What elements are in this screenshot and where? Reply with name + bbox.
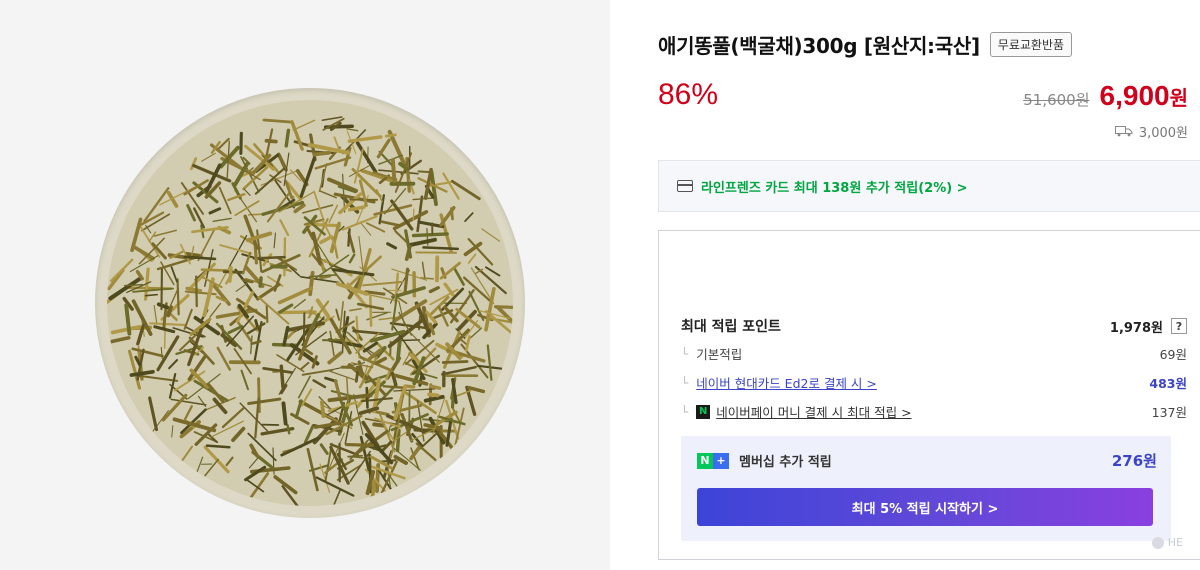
- points-row-value: 483원: [1149, 376, 1187, 391]
- npay-icon: N: [696, 404, 711, 419]
- nplus-plus: +: [713, 452, 729, 469]
- card-benefit-banner[interactable]: 라인프렌즈 카드 최대 138원 추가 적립(2%) >: [658, 160, 1200, 212]
- dried-herbs-illustration: [107, 116, 513, 506]
- membership-label-group: N + 멤버십 추가 적립: [697, 451, 832, 470]
- card-benefit-text: 라인프렌즈 카드 최대 138원 추가 적립(2%) >: [701, 180, 968, 196]
- herb-plate-image: [95, 88, 525, 518]
- sale-price: 6,900원: [1100, 80, 1188, 112]
- product-image-panel: [0, 0, 610, 570]
- membership-box: N + 멤버십 추가 적립 276원 최대 5% 적립 시작하기 >: [681, 436, 1171, 541]
- branch-icon: └: [681, 404, 689, 419]
- points-row-value: 69원: [1159, 347, 1187, 362]
- truck-icon: [1114, 126, 1133, 137]
- points-row-npay-money[interactable]: └ N 네이버페이 머니 결제 시 최대 적립 > 137원: [681, 402, 1187, 421]
- help-icon[interactable]: ?: [1171, 318, 1187, 334]
- membership-value: 276원: [1111, 452, 1157, 470]
- nplus-icon: N +: [697, 452, 729, 469]
- sale-price-unit: 원: [1169, 88, 1188, 110]
- product-info-panel: 애기똥풀(백굴채)300g [원산지:국산] 무료교환반품 86% 51,600…: [610, 0, 1200, 570]
- herb-pile: [107, 100, 513, 506]
- nplus-n: N: [697, 452, 713, 469]
- product-title: 애기똥풀(백굴채)300g [원산지:국산]: [658, 34, 980, 58]
- price-row: 51,600원 6,900원: [1023, 80, 1188, 112]
- points-title: 최대 적립 포인트: [681, 319, 781, 335]
- points-total-group: 1,978원 ?: [1110, 317, 1187, 336]
- points-row-link[interactable]: 네이버페이 머니 결제 시 최대 적립 >: [716, 402, 911, 421]
- shipping-fee-value: 3,000원: [1138, 126, 1188, 141]
- branch-icon: └: [681, 375, 689, 390]
- card-icon: [677, 180, 693, 192]
- points-panel: 최대 적립 포인트 1,978원 ? └ 기본적립 69원 └ 네이버 현대카드 E…: [658, 230, 1200, 560]
- original-price: 51,600원: [1023, 91, 1090, 109]
- points-row-hyundai-card[interactable]: └ 네이버 현대카드 Ed2로 결제 시 > 483원: [681, 373, 1187, 392]
- points-row-value: 137원: [1151, 405, 1187, 420]
- watermark-text: HE: [1167, 536, 1183, 549]
- branch-icon: └: [681, 346, 689, 361]
- watermark-icon: [1151, 536, 1164, 549]
- points-header: 최대 적립 포인트 1,978원 ?: [681, 316, 1187, 336]
- points-row-link[interactable]: 네이버 현대카드 Ed2로 결제 시 >: [696, 373, 877, 392]
- discount-rate: 86%: [658, 78, 719, 111]
- sale-price-value: 6,900: [1099, 80, 1170, 111]
- watermark: HE: [1151, 536, 1183, 549]
- points-row-label: 기본적립: [696, 347, 743, 362]
- membership-label: 멤버십 추가 적립: [739, 455, 832, 470]
- membership-row: N + 멤버십 추가 적립 276원: [697, 450, 1157, 471]
- start-membership-button[interactable]: 최대 5% 적립 시작하기 >: [697, 488, 1153, 526]
- free-return-badge[interactable]: 무료교환반품: [989, 32, 1073, 57]
- points-row-basic: └ 기본적립 69원: [681, 344, 1187, 363]
- title-row: 애기똥풀(백굴채)300g [원산지:국산] 무료교환반품: [658, 30, 1073, 59]
- shipping-fee: 3,000원: [1114, 122, 1188, 141]
- points-total: 1,978원: [1109, 320, 1163, 336]
